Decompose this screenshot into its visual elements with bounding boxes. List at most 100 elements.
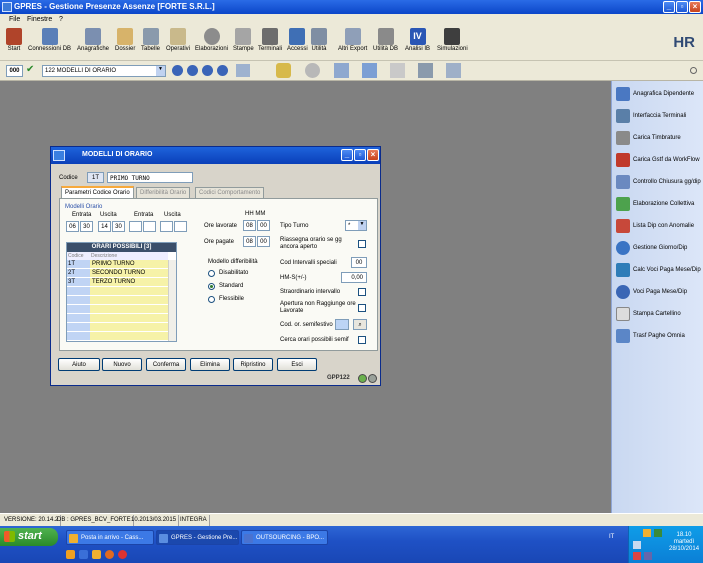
table-row[interactable] [67, 305, 178, 314]
collapse-icon[interactable] [690, 67, 697, 74]
menu-file[interactable]: File [9, 16, 20, 23]
chevron-down-icon[interactable]: ▼ [358, 221, 366, 230]
quicklaunch-folder-icon[interactable] [92, 550, 101, 559]
toolbar-stampe[interactable]: Stampe [233, 28, 254, 52]
rp-anagrafica-dipendente[interactable]: Anagrafica Dipendente [616, 87, 702, 103]
tab-differibilita[interactable]: Differibilità Orario [136, 187, 191, 198]
nuovo-button[interactable]: Nuovo [102, 358, 142, 371]
toolbar-dossier[interactable]: Dossier [115, 28, 135, 52]
clock[interactable]: 18.10 martedì 28/10/2014 [669, 532, 699, 553]
quicklaunch-word-icon[interactable] [79, 550, 88, 559]
table-row[interactable] [67, 314, 178, 323]
rp-interfaccia-terminali[interactable]: Interfaccia Terminali [616, 109, 702, 125]
task-outsourcing[interactable]: OUTSOURCING - BPO... [241, 530, 328, 545]
document-icon[interactable] [390, 63, 405, 78]
toolbar-utilita[interactable]: Utilità [311, 28, 327, 52]
rp-controllo-chiusura[interactable]: Controllo Chiusura gg/dip [616, 175, 702, 191]
program-combo[interactable]: 122 MODELLI DI ORARIO ▼ [42, 65, 166, 77]
close-button[interactable]: × [689, 1, 701, 13]
last-record-icon[interactable] [217, 65, 228, 76]
tray-volume-icon[interactable] [633, 541, 641, 549]
rp-lista-dip-anomalie[interactable]: Lista Dip con Anomalie [616, 219, 702, 235]
uscita2-hh[interactable] [160, 221, 173, 232]
toolbar-elaborazioni[interactable]: Elaborazioni [195, 28, 228, 52]
keys-icon[interactable] [276, 63, 291, 78]
report-icon[interactable] [446, 63, 461, 78]
ripristino-button[interactable]: Ripristino [233, 358, 273, 371]
rp-trasf-paghe[interactable]: Trasf Paghe Omnia [616, 329, 702, 345]
uscita1-mm[interactable]: 30 [112, 221, 125, 232]
entrata2-mm[interactable] [143, 221, 156, 232]
rp-elaborazione-collettiva[interactable]: Elaborazione Collettiva [616, 197, 702, 213]
toolbar-terminali[interactable]: Terminali [258, 28, 282, 52]
rp-gestione-giorno[interactable]: Gestione Giorno/Dip [616, 241, 702, 257]
quicklaunch-firefox-icon[interactable] [105, 550, 114, 559]
hms-field[interactable]: 0,00 [341, 272, 367, 283]
task-gpres[interactable]: GPRES - Gestione Pre... [156, 530, 239, 545]
prev-record-icon[interactable] [187, 65, 198, 76]
toolbar-utilita-db[interactable]: Utilità DB [373, 28, 398, 52]
toolbar-accessi[interactable]: Accessi [287, 28, 308, 52]
aiuto-button[interactable]: Aiuto [58, 358, 100, 371]
riassegna-checkbox[interactable] [358, 240, 366, 248]
quicklaunch-outlook-icon[interactable] [66, 550, 75, 559]
dialog-close-button[interactable]: × [367, 149, 379, 161]
ore-lavorate-hh[interactable]: 08 [243, 220, 256, 231]
straordinario-checkbox[interactable] [358, 288, 366, 296]
semifestivo-field[interactable] [335, 319, 349, 330]
cerca-checkbox[interactable] [358, 336, 366, 344]
table-row[interactable] [67, 287, 178, 296]
table-row[interactable]: 2T SECONDO TURNO [67, 269, 178, 278]
tab-codici-comportamento[interactable]: Codici Comportamento [195, 187, 265, 198]
tray-network-icon[interactable] [654, 529, 662, 537]
table-row[interactable] [67, 332, 178, 341]
notes-icon[interactable] [334, 63, 349, 78]
ore-lavorate-mm[interactable]: 00 [257, 220, 270, 231]
table-row[interactable] [67, 296, 178, 305]
tray-security-icon[interactable] [633, 552, 641, 560]
restore-button[interactable]: ▫ [676, 1, 688, 13]
tray-app-icon[interactable] [643, 529, 651, 537]
language-indicator[interactable]: IT [609, 534, 614, 540]
table-row[interactable] [67, 323, 178, 332]
tray-sync-icon[interactable] [644, 552, 652, 560]
entrata1-hh[interactable]: 06 [66, 221, 79, 232]
toolbar-connessioni-db[interactable]: Connessioni DB [28, 28, 71, 52]
dialog-minimize-button[interactable]: _ [341, 149, 353, 161]
toolbar-anagrafiche[interactable]: Anagrafiche [77, 28, 109, 52]
dialog-titlebar[interactable]: MODELLI DI ORARIO _ ▫ × [51, 147, 380, 164]
task-outlook[interactable]: Posta in arrivo - Cass... [66, 530, 154, 545]
radio-disabilitato[interactable] [208, 270, 215, 277]
rp-stampa-cartellino[interactable]: Stampa Cartellino [616, 307, 702, 323]
toolbar-simulazioni[interactable]: Simulazioni [437, 28, 468, 52]
rp-voci-paga[interactable]: Voci Paga Mese/Dip [616, 285, 702, 301]
uscita2-mm[interactable] [174, 221, 187, 232]
uscita1-hh[interactable]: 14 [98, 221, 111, 232]
apertura-checkbox[interactable] [358, 304, 366, 312]
search-icon[interactable] [236, 64, 250, 77]
minimize-button[interactable]: _ [663, 1, 675, 13]
check-icon[interactable]: ✔ [26, 65, 37, 76]
radio-standard[interactable] [208, 283, 215, 290]
tab-parametri[interactable]: Parametri Codice Orario [61, 186, 134, 198]
descrizione-field[interactable]: PRIMO TURNO [107, 172, 193, 183]
semifestivo-search-icon[interactable]: ⌕ [353, 319, 367, 330]
rp-carica-timbrature[interactable]: Carica Timbrature [616, 131, 702, 147]
esci-button[interactable]: Esci [277, 358, 317, 371]
rp-calc-voci-paga[interactable]: Calc Voci Paga Mese/Dip [616, 263, 702, 279]
toolbar-analisi-ib[interactable]: IV Analisi IB [405, 28, 430, 52]
toolbar-altri-export[interactable]: Altri Export [338, 28, 367, 52]
quicklaunch-chrome-icon[interactable] [118, 550, 127, 559]
ore-pagate-hh[interactable]: 08 [243, 236, 256, 247]
code-field[interactable]: 000 [6, 65, 23, 77]
first-record-icon[interactable] [172, 65, 183, 76]
calculator-icon[interactable] [418, 63, 433, 78]
menu-help[interactable]: ? [59, 16, 63, 23]
table-row[interactable]: 3T TERZO TURNO [67, 278, 178, 287]
dialog-maximize-button[interactable]: ▫ [354, 149, 366, 161]
tipo-turno-select[interactable]: * ▼ [345, 220, 367, 231]
codice-field[interactable]: 1T [87, 172, 104, 183]
menu-finestre[interactable]: Finestre [27, 16, 52, 23]
entrata2-hh[interactable] [129, 221, 142, 232]
cod-intervalli-field[interactable]: 00 [351, 257, 367, 268]
